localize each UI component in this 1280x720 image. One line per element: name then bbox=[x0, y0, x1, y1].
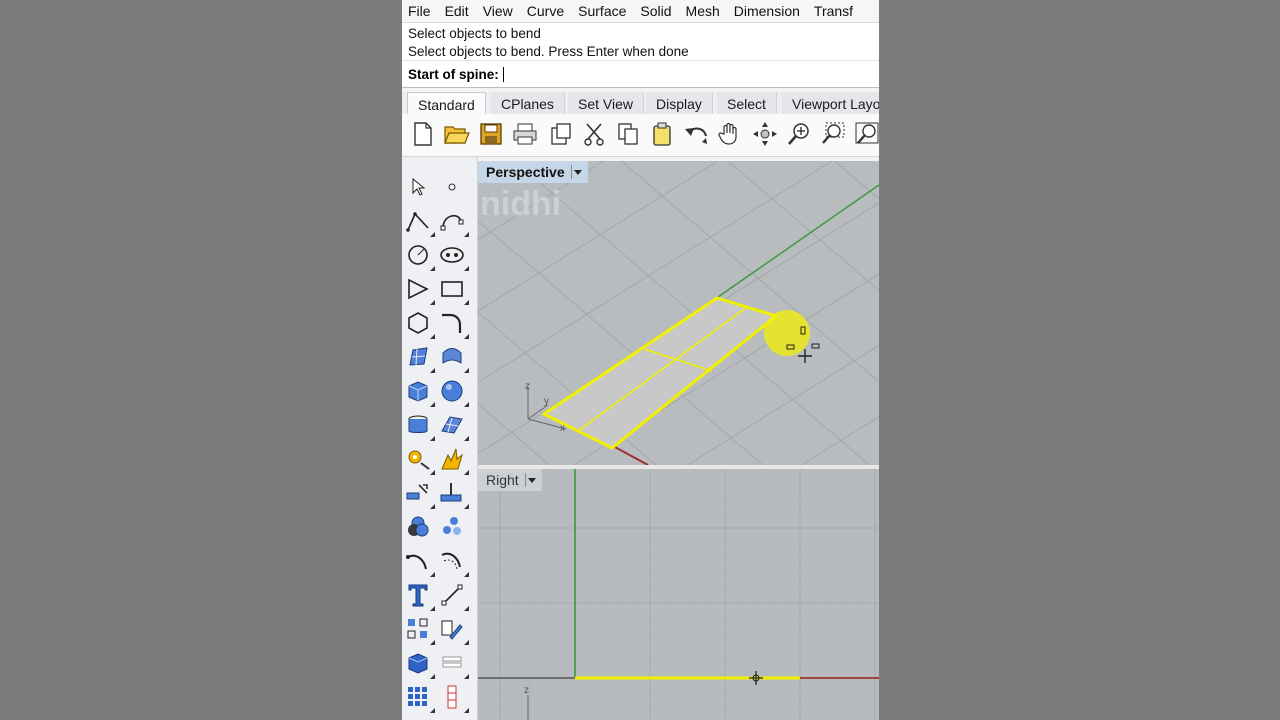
properties-icon[interactable] bbox=[438, 683, 469, 713]
tab-set-view[interactable]: Set View bbox=[568, 92, 644, 114]
copy-icon[interactable] bbox=[613, 119, 643, 149]
main-sidebar-toolbar bbox=[402, 157, 478, 720]
extrude-surface-icon[interactable] bbox=[438, 343, 469, 373]
menu-edit[interactable]: Edit bbox=[445, 3, 469, 19]
menu-dimension[interactable]: Dimension bbox=[734, 3, 800, 19]
menu-transform[interactable]: Transf bbox=[814, 3, 853, 19]
toolbar-tabs: Standard CPlanes Set View Display Select… bbox=[402, 92, 879, 115]
fillet-curve-icon[interactable] bbox=[438, 309, 469, 339]
undo-icon[interactable] bbox=[681, 119, 711, 149]
cut-icon[interactable] bbox=[579, 119, 609, 149]
transform-move-icon[interactable] bbox=[404, 479, 435, 509]
right-viewport[interactable]: z Right bbox=[478, 469, 879, 720]
menu-curve[interactable]: Curve bbox=[527, 3, 564, 19]
polyline-icon[interactable] bbox=[404, 207, 435, 237]
axis-z-label: z bbox=[525, 381, 530, 392]
viewport-title-label: Right bbox=[486, 472, 519, 488]
circle-icon[interactable] bbox=[404, 241, 435, 271]
background-left bbox=[0, 0, 402, 720]
axis-y-label: y bbox=[544, 396, 549, 407]
viewport-title-right[interactable]: Right bbox=[478, 469, 542, 491]
command-input[interactable]: Start of spine: bbox=[402, 60, 879, 88]
split-icon[interactable] bbox=[438, 479, 469, 509]
menu-surface[interactable]: Surface bbox=[578, 3, 626, 19]
axis-z-label-right: z bbox=[524, 685, 529, 696]
group-objects-icon[interactable] bbox=[438, 513, 466, 541]
polygon-icon[interactable] bbox=[404, 309, 435, 339]
standard-toolbar bbox=[402, 114, 879, 157]
ellipse-icon[interactable] bbox=[438, 241, 469, 271]
menu-file[interactable]: File bbox=[408, 3, 431, 19]
menu-mesh[interactable]: Mesh bbox=[686, 3, 720, 19]
new-file-icon[interactable] bbox=[408, 119, 438, 149]
text-cursor bbox=[502, 66, 504, 82]
import-icon[interactable] bbox=[546, 119, 576, 149]
tab-display[interactable]: Display bbox=[646, 92, 713, 114]
menu-solid[interactable]: Solid bbox=[640, 3, 671, 19]
paste-icon[interactable] bbox=[647, 119, 677, 149]
zoom-icon[interactable] bbox=[784, 119, 814, 149]
save-icon[interactable] bbox=[476, 119, 506, 149]
cylinder-solid-icon[interactable] bbox=[404, 411, 435, 441]
zoom-window-icon[interactable] bbox=[818, 119, 848, 149]
viewport-title-perspective[interactable]: Perspective bbox=[478, 161, 588, 183]
grid-snap-icon[interactable] bbox=[404, 683, 435, 713]
background-right bbox=[879, 0, 1280, 720]
open-folder-icon[interactable] bbox=[442, 119, 472, 149]
surface-from-points-icon[interactable] bbox=[404, 343, 435, 373]
tab-cplanes[interactable]: CPlanes bbox=[491, 92, 565, 114]
tab-viewport-layout[interactable]: Viewport Layo bbox=[782, 92, 879, 114]
render-solid-icon[interactable] bbox=[404, 649, 435, 679]
viewport-title-label: Perspective bbox=[486, 164, 565, 180]
dimension-icon[interactable] bbox=[438, 581, 469, 611]
command-history-line: Select objects to bend. Press Enter when… bbox=[408, 44, 689, 59]
sphere-solid-icon[interactable] bbox=[438, 377, 469, 407]
menu-bar: File Edit View Curve Surface Solid Mesh … bbox=[402, 0, 879, 23]
boolean-union-icon[interactable] bbox=[404, 513, 432, 541]
tab-standard[interactable]: Standard bbox=[407, 92, 486, 115]
explode-icon[interactable] bbox=[438, 445, 469, 475]
array-icon[interactable] bbox=[404, 615, 435, 645]
point-icon[interactable] bbox=[438, 173, 466, 201]
rectangle-icon[interactable] bbox=[438, 275, 469, 305]
text-object-icon[interactable] bbox=[404, 581, 435, 611]
offset-curve-icon[interactable] bbox=[438, 547, 469, 577]
chevron-down-icon[interactable] bbox=[570, 165, 584, 179]
zoom-extents-icon[interactable] bbox=[852, 119, 879, 149]
rotate-view-icon[interactable] bbox=[750, 119, 780, 149]
arc-icon[interactable] bbox=[404, 275, 435, 305]
axis-x-label: x bbox=[560, 423, 565, 434]
tab-select[interactable]: Select bbox=[717, 92, 777, 114]
bend-icon[interactable] bbox=[404, 547, 435, 577]
analyze-icon[interactable] bbox=[438, 615, 469, 645]
select-arrow-icon[interactable] bbox=[404, 173, 432, 201]
print-icon[interactable] bbox=[510, 119, 540, 149]
layer-panel-icon[interactable] bbox=[438, 649, 469, 679]
mesh-plane-icon[interactable] bbox=[438, 411, 469, 441]
gear-icon[interactable] bbox=[404, 445, 435, 475]
menu-view[interactable]: View bbox=[483, 3, 513, 19]
perspective-viewport[interactable]: z y x nidhi Perspective bbox=[478, 161, 879, 465]
chevron-down-icon[interactable] bbox=[524, 473, 538, 487]
command-prompt-label: Start of spine: bbox=[408, 66, 499, 82]
pan-hand-icon[interactable] bbox=[715, 119, 745, 149]
curve-icon[interactable] bbox=[438, 207, 469, 237]
rhino-window: File Edit View Curve Surface Solid Mesh … bbox=[402, 0, 879, 720]
box-solid-icon[interactable] bbox=[404, 377, 435, 407]
command-history-line: Select objects to bend bbox=[408, 26, 541, 41]
watermark-text: nidhi bbox=[480, 185, 562, 223]
